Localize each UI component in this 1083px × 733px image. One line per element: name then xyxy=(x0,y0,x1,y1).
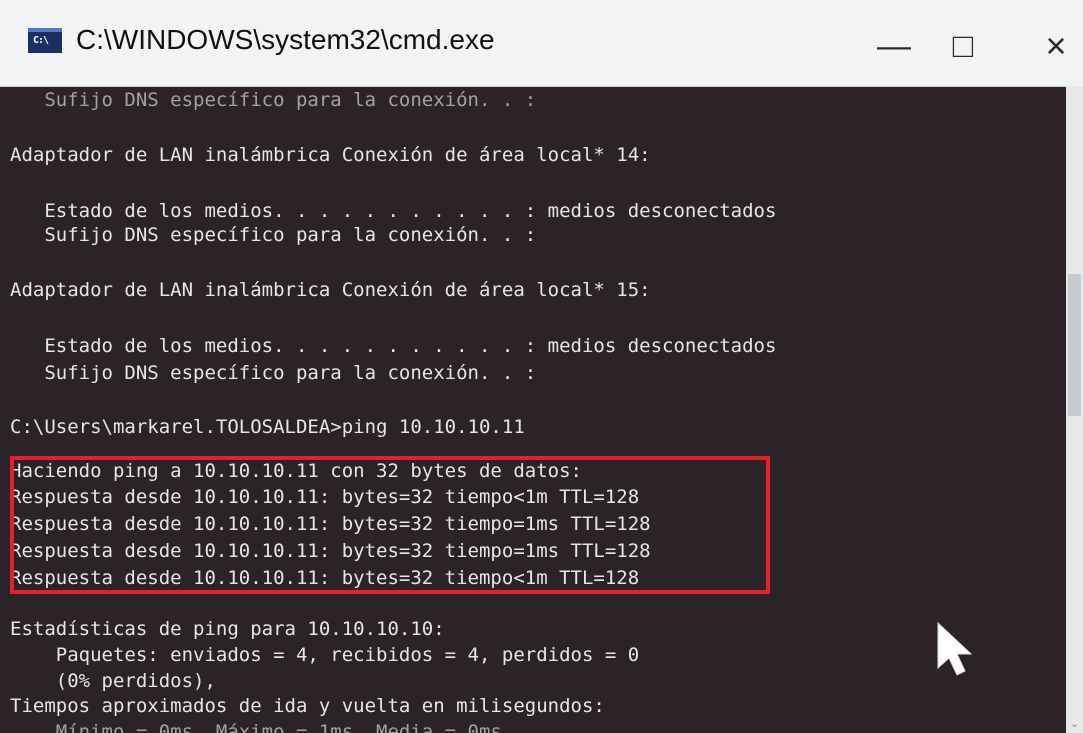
console-command-line: C:\Users\markarel.TOLOSALDEA>ping 10.10.… xyxy=(10,416,525,438)
console-line: Respuesta desde 10.10.10.11: bytes=32 ti… xyxy=(10,513,651,535)
console-line: Sufijo DNS específico para la conexión. … xyxy=(10,362,537,384)
console-line: Adaptador de LAN inalámbrica Conexión de… xyxy=(10,144,651,166)
console-line: Respuesta desde 10.10.10.11: bytes=32 ti… xyxy=(10,540,651,562)
console-line: Sufijo DNS específico para la conexión. … xyxy=(10,89,537,111)
command-prompt-icon-label: C:\ xyxy=(33,35,49,46)
vertical-scrollbar[interactable]: ⌄ xyxy=(1066,86,1083,733)
window-title-bar[interactable]: C:\ C:\WINDOWS\system32\cmd.exe — □ × xyxy=(0,0,1083,87)
mouse-pointer-icon xyxy=(937,621,972,676)
console-line: Haciendo ping a 10.10.10.11 con 32 bytes… xyxy=(10,460,582,482)
console-line: Respuesta desde 10.10.10.11: bytes=32 ti… xyxy=(10,486,640,508)
command-prompt-window: C:\ C:\WINDOWS\system32\cmd.exe — □ × Su… xyxy=(0,0,1083,733)
console-line: Estado de los medios. . . . . . . . . . … xyxy=(10,335,777,357)
console-line: Respuesta desde 10.10.10.11: bytes=32 ti… xyxy=(10,567,640,589)
console-line: Tiempos aproximados de ida y vuelta en m… xyxy=(10,695,605,717)
console-line: Paquetes: enviados = 4, recibidos = 4, p… xyxy=(10,644,640,666)
scroll-down-icon[interactable]: ⌄ xyxy=(1069,720,1080,730)
console-line: Mínimo = 0ms, Máximo = 1ms, Media = 0ms xyxy=(10,721,502,733)
console-line: Adaptador de LAN inalámbrica Conexión de… xyxy=(10,279,651,301)
console-line: Estadísticas de ping para 10.10.10.10: xyxy=(10,618,445,640)
minimize-button[interactable]: — xyxy=(868,26,920,66)
maximize-button[interactable]: □ xyxy=(937,26,989,66)
console-output[interactable]: Sufijo DNS específico para la conexión. … xyxy=(0,86,1066,733)
scrollbar-thumb[interactable] xyxy=(1068,274,1081,416)
command-prompt-icon: C:\ xyxy=(28,28,62,53)
console-line: Sufijo DNS específico para la conexión. … xyxy=(10,224,537,246)
window-title: C:\WINDOWS\system32\cmd.exe xyxy=(76,24,495,55)
close-button[interactable]: × xyxy=(1030,26,1082,66)
